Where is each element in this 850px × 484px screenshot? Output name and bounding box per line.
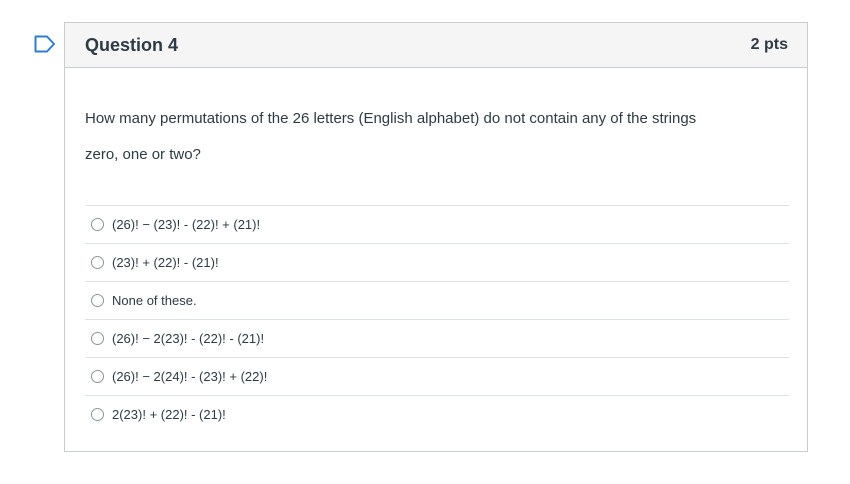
question-title: Question 4 [85, 34, 179, 55]
answer-option-3[interactable]: None of these. [85, 281, 789, 319]
answer-label: (26)! − (23)! - (22)! + (21)! [112, 217, 261, 232]
question-text-line-2: zero, one or two? [85, 146, 201, 163]
radio-button[interactable] [91, 408, 104, 421]
answer-option-4[interactable]: (26)! − 2(23)! - (22)! - (21)! [85, 319, 789, 357]
answer-label: 2(23)! + (22)! - (21)! [112, 407, 226, 422]
radio-button[interactable] [91, 218, 104, 231]
answer-option-1[interactable]: (26)! − (23)! - (22)! + (21)! [85, 205, 789, 243]
radio-button[interactable] [91, 332, 104, 345]
radio-button[interactable] [91, 294, 104, 307]
answer-option-5[interactable]: (26)! − 2(24)! - (23)! + (22)! [85, 357, 789, 395]
answer-label: (26)! − 2(24)! - (23)! + (22)! [112, 369, 268, 384]
question-text: How many permutations of the 26 letters … [85, 101, 765, 173]
flag-question-icon[interactable] [34, 35, 56, 53]
question-points: 2 pts [750, 36, 788, 53]
radio-button[interactable] [91, 256, 104, 269]
question-text-line-1: How many permutations of the 26 letters … [85, 110, 697, 127]
answer-option-6[interactable]: 2(23)! + (22)! - (21)! [85, 395, 789, 433]
radio-button[interactable] [91, 370, 104, 383]
answer-option-2[interactable]: (23)! + (22)! - (21)! [85, 243, 789, 281]
answer-label: (26)! − 2(23)! - (22)! - (21)! [112, 331, 265, 346]
answer-label: None of these. [112, 293, 197, 308]
question-card: Question 4 2 pts How many permutations o… [64, 22, 808, 452]
question-header: Question 4 2 pts [65, 23, 807, 68]
answer-list: (26)! − (23)! - (22)! + (21)! (23)! + (2… [85, 205, 789, 433]
answer-label: (23)! + (22)! - (21)! [112, 255, 219, 270]
